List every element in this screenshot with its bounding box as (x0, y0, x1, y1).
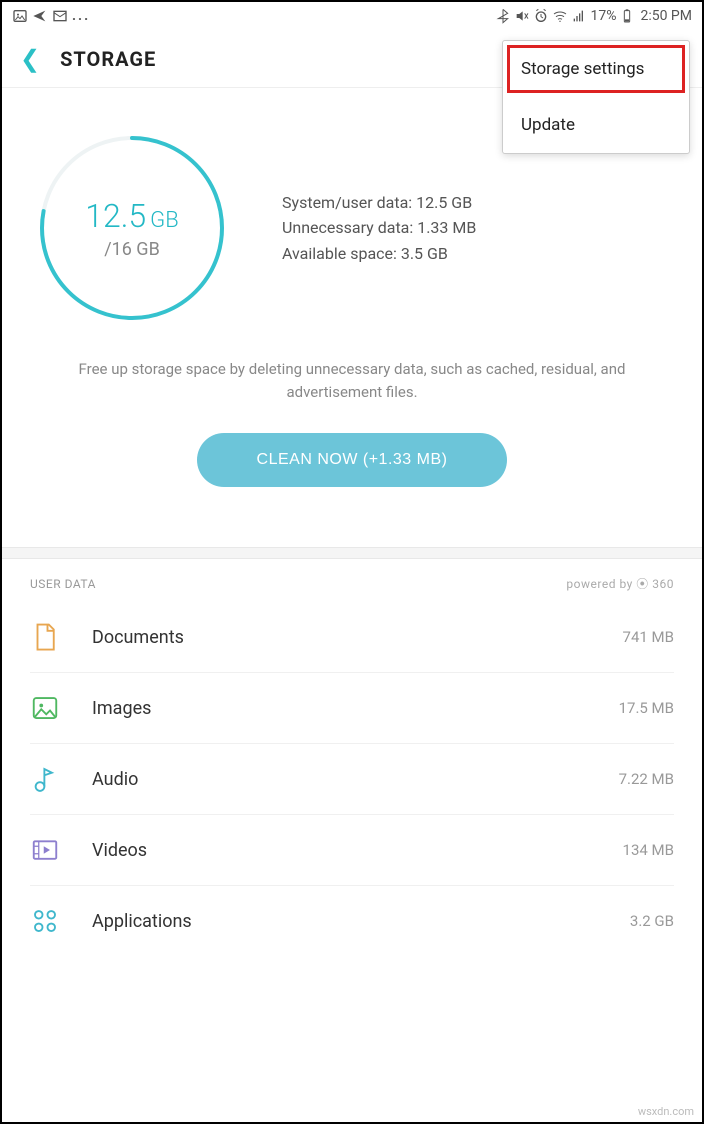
list-label: Applications (92, 911, 598, 932)
video-icon (30, 835, 60, 865)
list-item-applications[interactable]: Applications 3.2 GB (30, 886, 674, 956)
powered-by: powered by ⦿ 360 (566, 575, 674, 592)
list-label: Audio (92, 769, 587, 790)
image-icon (30, 693, 60, 723)
section-divider (2, 547, 702, 559)
used-value: 12.5 (85, 197, 146, 235)
list-size: 3.2 GB (630, 912, 674, 930)
page-title: STORAGE (60, 47, 156, 71)
list-item-videos[interactable]: Videos 134 MB (30, 815, 674, 886)
used-unit: GB (150, 208, 179, 233)
apps-icon (30, 906, 60, 936)
bluetooth-icon (495, 8, 511, 24)
battery-pct: 17% (590, 8, 616, 24)
total-value: /16 GB (104, 239, 160, 260)
list-label: Images (92, 698, 587, 719)
mute-icon (514, 8, 530, 24)
stat-available: Available space: 3.5 GB (282, 241, 672, 267)
list-size: 17.5 MB (619, 699, 674, 717)
watermark: wsxdn.com (638, 1105, 694, 1118)
status-bar: ... 17% 2:50 PM (2, 2, 702, 30)
signal-icon (571, 8, 587, 24)
stat-unnecessary: Unnecessary data: 1.33 MB (282, 215, 672, 241)
wifi-icon (552, 8, 568, 24)
list-label: Documents (92, 627, 591, 648)
alarm-icon (533, 8, 549, 24)
clean-now-button[interactable]: CLEAN NOW (+1.33 MB) (197, 433, 508, 487)
notify-send-icon (32, 8, 48, 24)
list-label: Videos (92, 840, 591, 861)
user-data-header: USER DATA powered by ⦿ 360 (2, 559, 702, 602)
storage-summary: 12.5GB /16 GB System/user data: 12.5 GB … (2, 88, 702, 547)
storage-ring: 12.5GB /16 GB (32, 128, 232, 328)
list-item-images[interactable]: Images 17.5 MB (30, 673, 674, 744)
battery-icon (619, 8, 635, 24)
notify-mail-icon (52, 8, 68, 24)
stat-system: System/user data: 12.5 GB (282, 190, 672, 216)
menu-storage-settings[interactable]: Storage settings (503, 41, 689, 97)
list-size: 7.22 MB (619, 770, 674, 788)
back-icon[interactable]: ❮ (20, 45, 40, 73)
overflow-menu: Storage settings Update (502, 40, 690, 154)
notify-image-icon (12, 8, 28, 24)
list-size: 134 MB (623, 841, 674, 859)
storage-hint: Free up storage space by deleting unnece… (52, 328, 652, 413)
user-data-list: Documents 741 MB Images 17.5 MB Audio 7.… (2, 602, 702, 956)
document-icon (30, 622, 60, 652)
clock-time: 2:50 PM (640, 8, 692, 24)
menu-update[interactable]: Update (503, 97, 689, 153)
user-data-heading: USER DATA (30, 577, 96, 591)
audio-icon (30, 764, 60, 794)
list-size: 741 MB (623, 628, 674, 646)
list-item-documents[interactable]: Documents 741 MB (30, 602, 674, 673)
list-item-audio[interactable]: Audio 7.22 MB (30, 744, 674, 815)
notify-more: ... (72, 8, 90, 24)
